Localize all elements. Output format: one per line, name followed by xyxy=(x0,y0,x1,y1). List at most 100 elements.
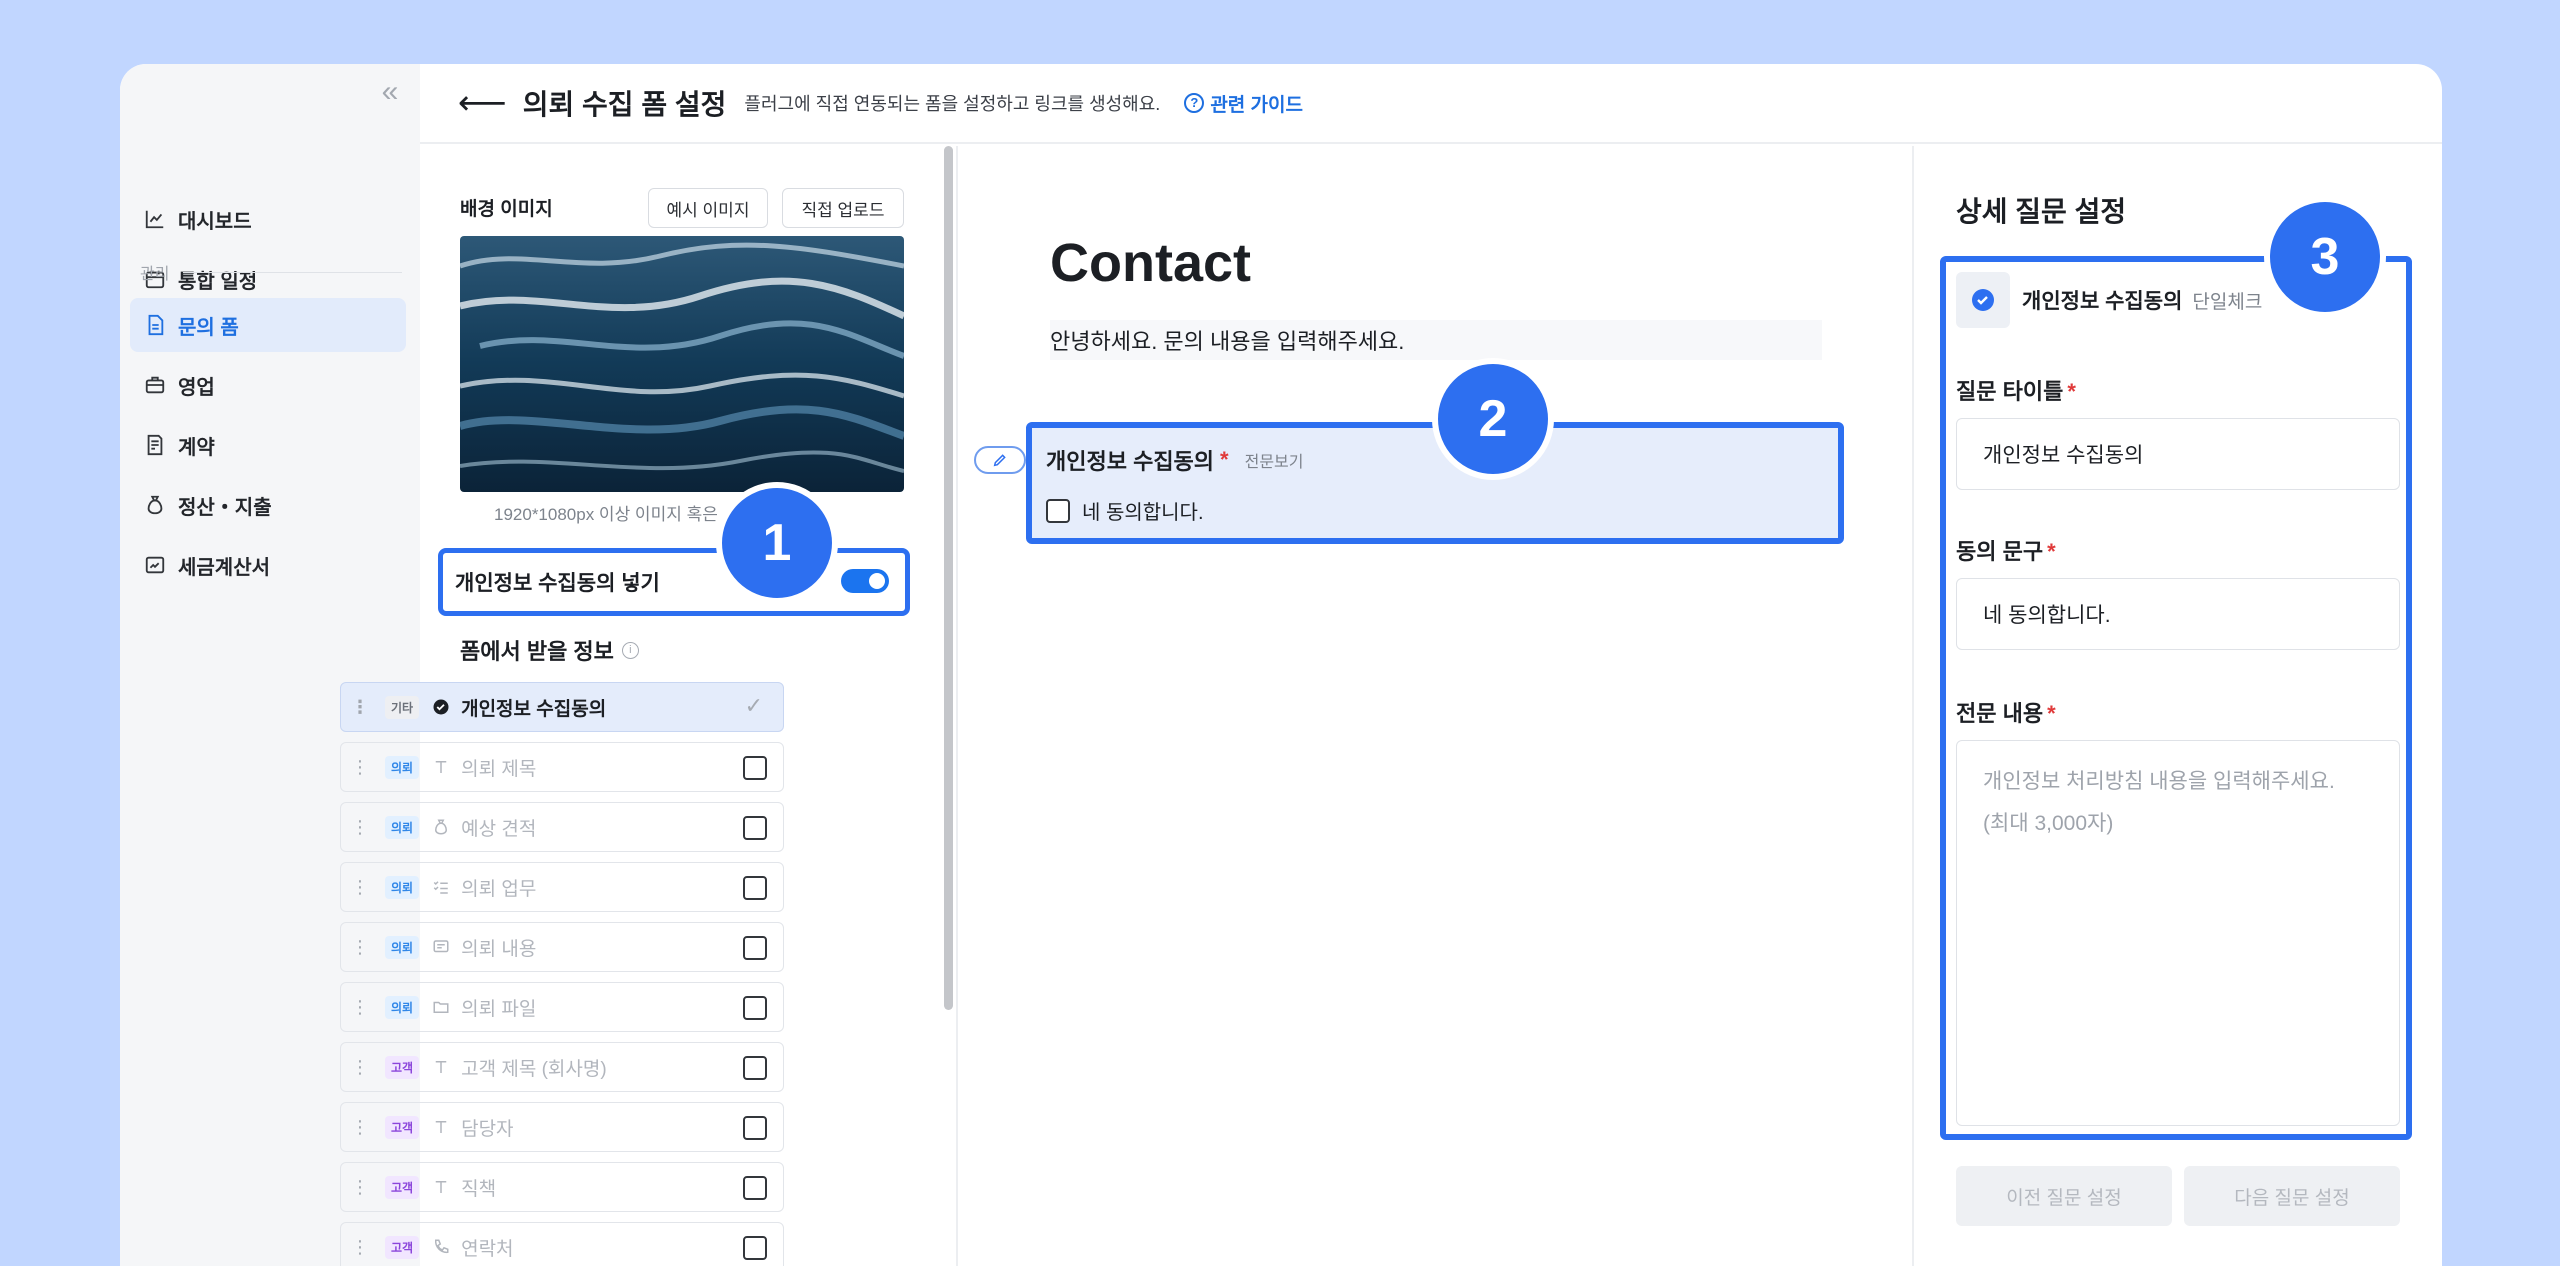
sidebar-item-label: 대시보드 xyxy=(178,210,252,233)
drag-handle-icon[interactable]: ⋮ xyxy=(351,997,369,1018)
text-icon xyxy=(431,1117,451,1137)
field-category-tag: 의뢰 xyxy=(385,815,420,839)
left-panel-scrollbar[interactable] xyxy=(944,146,953,1010)
edit-question-button[interactable] xyxy=(974,446,1026,474)
consent-text-input[interactable]: 네 동의합니다. xyxy=(1956,578,2400,650)
text-icon xyxy=(431,1177,451,1197)
drag-handle-icon[interactable]: ⋮ xyxy=(351,817,369,838)
preview-form-subtitle: 안녕하세요. 문의 내용을 입력해주세요. xyxy=(1050,320,1822,360)
fields-section-title: 폼에서 받을 정보 i xyxy=(460,634,639,666)
phone-icon xyxy=(431,1237,451,1257)
pencil-icon xyxy=(993,454,1006,467)
upload-image-button[interactable]: 직접 업로드 xyxy=(782,188,904,228)
page-description: 플러그에 직접 연동되는 폼을 설정하고 링크를 생성해요. xyxy=(744,94,1161,114)
drag-handle-icon[interactable]: ⋮ xyxy=(351,1177,369,1198)
drag-handle-icon[interactable]: ⋮ xyxy=(351,697,369,718)
drag-handle-icon[interactable]: ⋮ xyxy=(351,1237,369,1258)
question-type-header: 개인정보 수집동의 단일체크 xyxy=(1956,272,2262,328)
field-row[interactable]: ⋮ 고객 고객 제목 (회사명) xyxy=(340,1042,784,1092)
field-checkbox[interactable] xyxy=(743,936,767,960)
text-icon xyxy=(431,757,451,777)
preview-consent-checkbox[interactable] xyxy=(1046,498,1070,523)
callout-badge-2: 2 xyxy=(1432,358,1554,480)
preview-field-title: 개인정보 수집동의 xyxy=(1046,449,1215,474)
page-header: ⟵ 의뢰 수집 폼 설정 플러그에 직접 연동되는 폼을 설정하고 링크를 생성… xyxy=(420,64,2442,144)
page-title: 의뢰 수집 폼 설정 xyxy=(522,89,727,120)
field-category-tag: 기타 xyxy=(385,695,420,719)
next-question-button[interactable]: 다음 질문 설정 xyxy=(2184,1166,2400,1226)
sidebar-item-contract[interactable]: 계약 xyxy=(130,418,406,472)
preview-checkbox-label: 네 동의합니다. xyxy=(1082,502,1204,524)
checklist-icon xyxy=(431,877,451,897)
sidebar-item-dashboard[interactable]: 대시보드 xyxy=(130,192,406,246)
field-row[interactable]: ⋮ 의뢰 의뢰 내용 xyxy=(340,922,784,972)
field-checkbox[interactable] xyxy=(743,1176,767,1200)
check-circle-icon xyxy=(1972,289,1994,311)
field-category-tag: 의뢰 xyxy=(385,995,420,1019)
field-checkbox[interactable] xyxy=(743,1236,767,1260)
example-image-button[interactable]: 예시 이미지 xyxy=(648,188,768,228)
sidebar-item-sales[interactable]: 영업 xyxy=(130,358,406,412)
field-row[interactable]: ⋮ 의뢰 의뢰 업무 xyxy=(340,862,784,912)
sidebar-item-settlement[interactable]: 정산・지출 xyxy=(130,478,406,532)
back-arrow-icon[interactable]: ⟵ xyxy=(458,86,507,120)
field-checkbox[interactable] xyxy=(743,816,767,840)
field-row[interactable]: ⋮ 의뢰 의뢰 제목 xyxy=(340,742,784,792)
field-row[interactable]: ⋮ 의뢰 예상 견적 xyxy=(340,802,784,852)
field-checkbox[interactable] xyxy=(743,1056,767,1080)
drag-handle-icon[interactable]: ⋮ xyxy=(351,757,369,778)
field-checkbox[interactable] xyxy=(743,756,767,780)
drag-handle-icon[interactable]: ⋮ xyxy=(351,937,369,958)
title-field-label: 질문 타이틀 * xyxy=(1956,379,2076,404)
sidebar-item-inquiry-form[interactable]: 문의 폼 xyxy=(130,298,406,352)
sidebar-item-label: 영업 xyxy=(178,376,215,399)
field-label: 연락처 xyxy=(461,1238,514,1260)
required-mark: * xyxy=(1220,447,1229,472)
drag-handle-icon[interactable]: ⋮ xyxy=(351,1117,369,1138)
field-label: 의뢰 내용 xyxy=(461,938,537,960)
background-image-label: 배경 이미지 xyxy=(460,199,553,220)
question-title-input[interactable]: 개인정보 수집동의 xyxy=(1956,418,2400,490)
full-text-link[interactable]: 전문보기 xyxy=(1245,448,1304,472)
field-label: 담당자 xyxy=(461,1118,514,1140)
receipt-icon xyxy=(145,556,165,574)
chart-icon xyxy=(145,210,164,229)
sidebar-item-label: 정산・지출 xyxy=(178,496,272,519)
field-row[interactable]: ⋮ 의뢰 의뢰 파일 xyxy=(340,982,784,1032)
field-label: 의뢰 제목 xyxy=(461,758,537,780)
collapse-sidebar-icon[interactable]: « xyxy=(374,77,406,110)
field-checkbox[interactable] xyxy=(743,1116,767,1140)
info-icon[interactable]: i xyxy=(621,641,639,659)
field-label: 의뢰 파일 xyxy=(461,998,537,1020)
sidebar-item-label: 문의 폼 xyxy=(178,316,239,339)
field-label: 개인정보 수집동의 xyxy=(461,698,607,720)
money-bag-icon xyxy=(147,495,163,515)
field-category-tag: 고객 xyxy=(385,1235,420,1259)
field-category-tag: 고객 xyxy=(385,1175,420,1199)
guide-link[interactable]: ? 관련 가이드 xyxy=(1184,90,1303,117)
field-label: 직책 xyxy=(461,1178,497,1200)
field-row[interactable]: ⋮ 고객 직책 xyxy=(340,1162,784,1212)
consent-toggle-switch[interactable] xyxy=(841,569,889,593)
contract-icon xyxy=(147,434,163,456)
question-type: 단일체크 xyxy=(2192,291,2263,313)
drag-handle-icon[interactable]: ⋮ xyxy=(351,877,369,898)
full-content-textarea[interactable]: 개인정보 처리방침 내용을 입력해주세요. (최대 3,000자) xyxy=(1956,740,2400,1126)
field-row[interactable]: ⋮ 고객 담당자 xyxy=(340,1102,784,1152)
drag-handle-icon[interactable]: ⋮ xyxy=(351,1057,369,1078)
detail-panel-title: 상세 질문 설정 xyxy=(1956,196,2127,227)
check-circle-icon xyxy=(431,697,451,717)
field-row[interactable]: ⋮ 기타 개인정보 수집동의 ✓ xyxy=(340,682,784,732)
field-checkbox[interactable] xyxy=(743,876,767,900)
field-category-tag: 의뢰 xyxy=(385,875,420,899)
field-checkbox[interactable] xyxy=(743,996,767,1020)
background-image-preview xyxy=(460,236,904,492)
sidebar-item-tax-invoice[interactable]: 세금계산서 xyxy=(130,538,406,592)
field-row[interactable]: ⋮ 고객 연락처 xyxy=(340,1222,784,1266)
folder-icon xyxy=(431,997,451,1017)
field-category-tag: 고객 xyxy=(385,1055,420,1079)
field-checked-icon[interactable]: ✓ xyxy=(745,693,763,719)
question-name: 개인정보 수집동의 xyxy=(2022,290,2183,313)
sidebar-section-manage: 관리 xyxy=(140,260,402,284)
prev-question-button[interactable]: 이전 질문 설정 xyxy=(1956,1166,2172,1226)
